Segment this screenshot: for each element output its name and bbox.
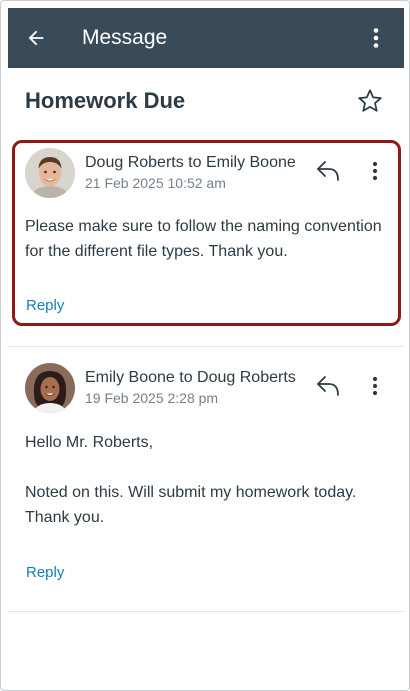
reply-link[interactable]: Reply bbox=[26, 564, 64, 581]
more-options-button[interactable] bbox=[348, 8, 404, 68]
conversation-header: Homework Due bbox=[8, 68, 404, 134]
reply-link[interactable]: Reply bbox=[26, 297, 64, 314]
toolbar-title: Message bbox=[82, 26, 168, 49]
reply-button[interactable] bbox=[311, 154, 345, 188]
kebab-vertical-icon bbox=[372, 161, 378, 181]
reply-arrow-icon bbox=[317, 376, 339, 396]
message-body-line: Hello Mr. Roberts, bbox=[25, 434, 154, 451]
app-toolbar: Message bbox=[8, 8, 404, 68]
message-item: Doug Roberts to Emily Boone 21 Feb 2025 … bbox=[8, 140, 404, 326]
conversation-subject: Homework Due bbox=[25, 88, 186, 113]
phone-screen: Message Homework Due Doug Roberts to Emi… bbox=[0, 0, 410, 691]
message-date: 21 Feb 2025 10:52 am bbox=[85, 175, 226, 191]
star-outline-icon bbox=[358, 89, 382, 112]
message-options-button[interactable] bbox=[363, 154, 387, 188]
message-body-line: for the different file types. Thank you. bbox=[25, 243, 288, 260]
message-body: Please make sure to follow the naming co… bbox=[25, 214, 395, 264]
message-item: Emily Boone to Doug Roberts 19 Feb 2025 … bbox=[8, 346, 404, 612]
back-button[interactable] bbox=[8, 8, 64, 68]
message-date: 19 Feb 2025 2:28 pm bbox=[85, 390, 219, 406]
message-body: Hello Mr. Roberts, Noted on this. Will s… bbox=[25, 430, 395, 530]
message-header: Doug Roberts to Emily Boone 21 Feb 2025 … bbox=[25, 148, 395, 200]
avatar-man-image bbox=[25, 148, 75, 198]
message-participants: Emily Boone to Doug Roberts bbox=[85, 369, 296, 386]
kebab-vertical-icon bbox=[373, 28, 379, 48]
reply-arrow-icon bbox=[317, 161, 339, 181]
message-body-line: Noted on this. Will submit my homework t… bbox=[25, 484, 357, 501]
avatar-woman-image bbox=[25, 363, 75, 413]
avatar[interactable] bbox=[25, 363, 75, 413]
message-participants: Doug Roberts to Emily Boone bbox=[85, 154, 296, 171]
message-header: Emily Boone to Doug Roberts 19 Feb 2025 … bbox=[25, 363, 395, 415]
message-body-line: Please make sure to follow the naming co… bbox=[25, 218, 382, 235]
message-body-line: Thank you. bbox=[25, 509, 105, 526]
reply-button[interactable] bbox=[311, 369, 345, 403]
star-button[interactable] bbox=[350, 81, 390, 121]
arrow-left-icon bbox=[28, 30, 44, 46]
kebab-vertical-icon bbox=[372, 376, 378, 396]
avatar[interactable] bbox=[25, 148, 75, 198]
message-options-button[interactable] bbox=[363, 369, 387, 403]
